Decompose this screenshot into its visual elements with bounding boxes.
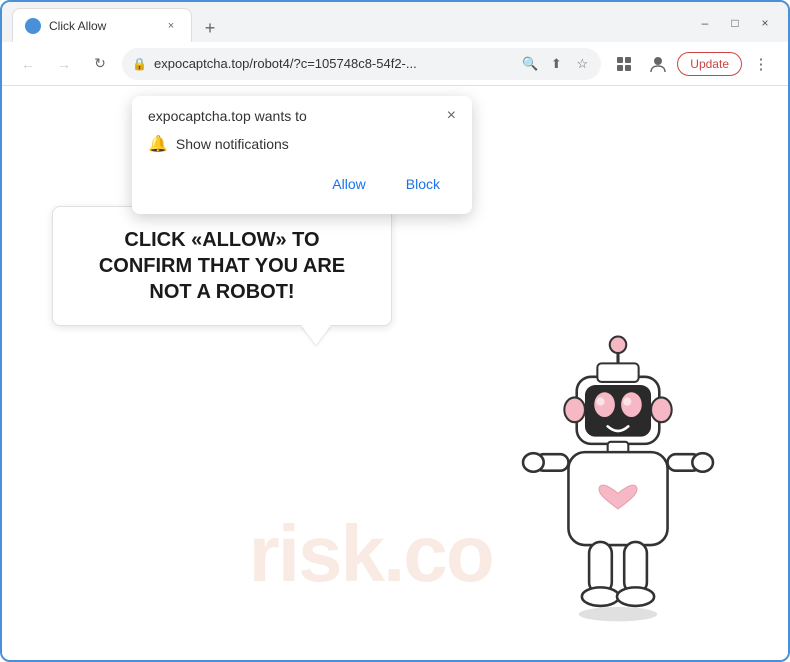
search-icon[interactable]: 🔍	[519, 53, 541, 75]
tab-favicon	[25, 18, 41, 34]
notification-row: 🔔 Show notifications	[148, 134, 456, 154]
tab-bar: Click Allow × +	[12, 8, 692, 42]
bookmark-icon[interactable]: ☆	[571, 53, 593, 75]
address-bar: ← → ↻ 🔒 🔍 ⬆ ☆	[2, 42, 788, 86]
address-actions: 🔍 ⬆ ☆	[519, 53, 593, 75]
tab-title: Click Allow	[49, 19, 155, 33]
browser-tab[interactable]: Click Allow ×	[12, 8, 192, 42]
page-content: risk.co expocaptcha.top wants to × 🔔 Sho…	[2, 86, 788, 660]
allow-button[interactable]: Allow	[316, 170, 381, 198]
address-input-wrap: 🔒 🔍 ⬆ ☆	[122, 48, 601, 80]
lock-icon: 🔒	[132, 57, 147, 71]
popup-header: expocaptcha.top wants to ×	[148, 108, 456, 124]
title-bar: Click Allow × + – □ ×	[2, 2, 788, 42]
window-controls: – □ ×	[692, 12, 778, 38]
popup-close-button[interactable]: ×	[447, 108, 456, 124]
extensions-icon[interactable]	[609, 49, 639, 79]
refresh-button[interactable]: ↻	[86, 50, 114, 78]
speech-bubble-text: CLICK «ALLOW» TO CONFIRM THAT YOU ARE NO…	[83, 227, 361, 305]
maximize-button[interactable]: □	[722, 12, 748, 34]
browser-window: Click Allow × + – □ × ← → ↻ 🔒 🔍 ⬆ ☆	[0, 0, 790, 662]
profile-icon[interactable]	[643, 49, 673, 79]
new-tab-button[interactable]: +	[196, 14, 224, 42]
notification-label: Show notifications	[176, 136, 289, 152]
share-icon[interactable]: ⬆	[545, 53, 567, 75]
update-button[interactable]: Update	[677, 52, 742, 76]
menu-button[interactable]: ⋮	[746, 49, 776, 79]
popup-title: expocaptcha.top wants to	[148, 108, 307, 124]
speech-bubble: CLICK «ALLOW» TO CONFIRM THAT YOU ARE NO…	[52, 206, 392, 326]
back-button[interactable]: ←	[14, 50, 42, 78]
block-button[interactable]: Block	[390, 170, 456, 198]
bell-icon: 🔔	[148, 134, 168, 154]
popup-buttons: Allow Block	[148, 170, 456, 198]
robot-illustration	[488, 320, 748, 640]
close-button[interactable]: ×	[752, 12, 778, 34]
tab-close-button[interactable]: ×	[163, 18, 179, 34]
toolbar-right: Update ⋮	[609, 49, 776, 79]
forward-button[interactable]: →	[50, 50, 78, 78]
watermark: risk.co	[249, 508, 493, 600]
minimize-button[interactable]: –	[692, 12, 718, 34]
notification-popup: expocaptcha.top wants to × 🔔 Show notifi…	[132, 96, 472, 214]
